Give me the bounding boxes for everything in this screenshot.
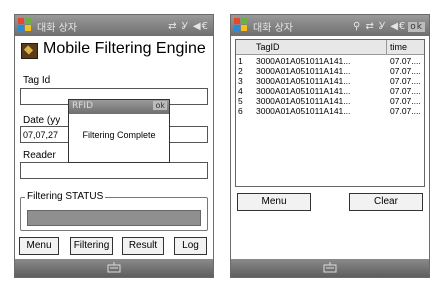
row-time: 07.07.... xyxy=(390,86,421,96)
row-tagid: 3000A01A051011A141... xyxy=(256,86,351,96)
clear-button[interactable]: Clear xyxy=(349,193,423,211)
table-row[interactable]: 1 3000A01A051011A141... 07.07.... xyxy=(236,56,424,66)
app-header: Mobile Filtering Engine xyxy=(19,39,209,61)
row-time: 07.07.... xyxy=(390,106,421,116)
status-bar-title: 대화 상자 xyxy=(37,23,77,34)
dialog-title: RFID xyxy=(72,101,94,111)
column-header-tagid[interactable]: TagID xyxy=(256,42,280,52)
column-divider[interactable] xyxy=(386,40,387,54)
windows-start-icon[interactable] xyxy=(18,18,32,32)
row-time: 07.07.... xyxy=(390,66,421,76)
status-bar: 대화 상자 ⇄ Ỿ ◀€ xyxy=(15,15,213,36)
filtering-button[interactable]: Filtering xyxy=(70,237,113,255)
row-time: 07.07.... xyxy=(390,56,421,66)
title-ok-button[interactable]: ok xyxy=(408,22,425,32)
keyboard-icon[interactable] xyxy=(323,262,337,273)
table-row[interactable]: 3 3000A01A051011A141... 07.07.... xyxy=(236,76,424,86)
status-bar-title: 대화 상자 xyxy=(253,23,293,34)
app-title: Mobile Filtering Engine xyxy=(43,40,206,57)
status-bar: 대화 상자 ⚲ ⇄ Ỿ ◀€ ok xyxy=(231,15,429,36)
row-tagid: 3000A01A051011A141... xyxy=(256,66,351,76)
connectivity-volume-icons[interactable]: ⚲ ⇄ Ỿ ◀€ ok xyxy=(353,18,425,32)
row-tagid: 3000A01A051011A141... xyxy=(256,56,351,66)
app-logo-icon xyxy=(21,43,38,59)
table-row[interactable]: 4 3000A01A051011A141... 07.07.... xyxy=(236,86,424,96)
column-header-time[interactable]: time xyxy=(390,42,407,52)
soft-key-bar xyxy=(231,259,429,277)
table-row[interactable]: 2 3000A01A051011A141... 07.07.... xyxy=(236,66,424,76)
tag-list-grid[interactable]: TagID time 1 3000A01A051011A141... 07.07… xyxy=(235,39,425,187)
left-screen: 대화 상자 ⇄ Ỿ ◀€ Mobile Filtering Engine Tag… xyxy=(14,14,214,278)
row-number: 3 xyxy=(238,76,243,86)
rfid-dialog: RFID ok Filtering Complete xyxy=(68,99,170,163)
windows-start-icon[interactable] xyxy=(234,18,248,32)
date-label: Date (yy xyxy=(23,115,61,126)
log-button[interactable]: Log xyxy=(174,237,207,255)
row-tagid: 3000A01A051011A141... xyxy=(256,96,351,106)
row-number: 1 xyxy=(238,56,243,66)
row-number: 5 xyxy=(238,96,243,106)
menu-button[interactable]: Menu xyxy=(237,193,311,211)
result-button[interactable]: Result xyxy=(122,237,164,255)
grid-header: TagID time xyxy=(236,40,424,55)
row-time: 07.07.... xyxy=(390,96,421,106)
connectivity-volume-icons[interactable]: ⇄ Ỿ ◀€ xyxy=(168,18,209,32)
menu-button[interactable]: Menu xyxy=(19,237,59,255)
row-number: 4 xyxy=(238,86,243,96)
row-tagid: 3000A01A051011A141... xyxy=(256,76,351,86)
table-row[interactable]: 5 3000A01A051011A141... 07.07.... xyxy=(236,96,424,106)
keyboard-icon[interactable] xyxy=(107,262,121,273)
right-screen: 대화 상자 ⚲ ⇄ Ỿ ◀€ ok TagID time 1 3000A01A05… xyxy=(230,14,430,278)
reader-label: Reader xyxy=(23,150,56,161)
filtering-status-label: Filtering STATUS xyxy=(25,191,106,202)
status-indicators: ⚲ ⇄ Ỿ ◀€ xyxy=(352,21,407,32)
row-tagid: 3000A01A051011A141... xyxy=(256,106,351,116)
dialog-ok-button[interactable]: ok xyxy=(153,101,167,110)
row-number: 2 xyxy=(238,66,243,76)
row-number: 6 xyxy=(238,106,243,116)
tag-id-label: Tag Id xyxy=(23,75,51,86)
reader-field[interactable] xyxy=(20,162,208,179)
filtering-status-group: Filtering STATUS xyxy=(20,191,208,231)
dialog-titlebar: RFID ok xyxy=(69,100,169,114)
table-row[interactable]: 6 3000A01A051011A141... 07.07.... xyxy=(236,106,424,116)
dialog-message: Filtering Complete xyxy=(82,130,156,140)
row-time: 07.07.... xyxy=(390,76,421,86)
soft-key-bar xyxy=(15,259,213,277)
filtering-progress-bar xyxy=(27,210,201,226)
